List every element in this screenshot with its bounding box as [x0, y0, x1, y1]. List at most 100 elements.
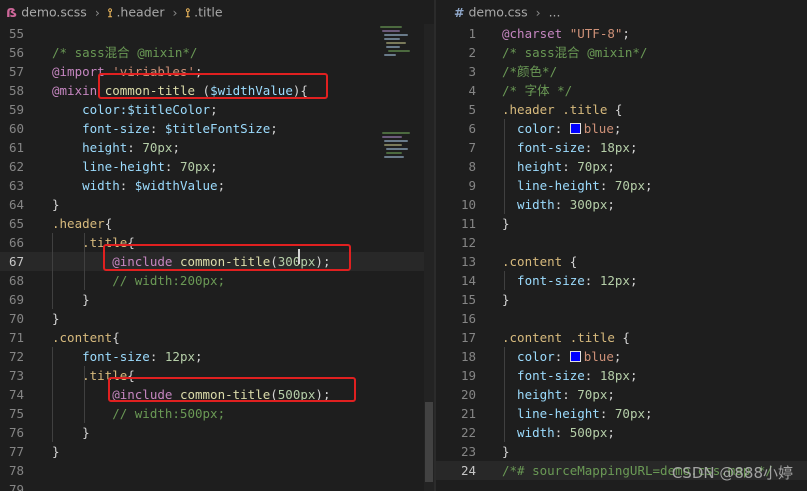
code-token: ;: [210, 102, 218, 117]
code-line[interactable]: 56 /* sass混合 @mixin*/: [0, 43, 434, 62]
code-line[interactable]: 9 line-height: 70px;: [436, 176, 807, 195]
color-swatch-icon[interactable]: [569, 123, 581, 134]
line-code[interactable]: @charset "UTF-8";: [502, 24, 630, 43]
code-line[interactable]: 20 height: 70px;: [436, 385, 807, 404]
code-line[interactable]: 59 color:$titleColor;: [0, 100, 434, 119]
css-editor[interactable]: # demo.css › ... 1 @charset "UTF-8"; 2 /* sa…: [436, 0, 807, 491]
line-code[interactable]: height: 70px;: [502, 157, 615, 176]
line-code[interactable]: height: 70px;: [52, 138, 180, 157]
line-code[interactable]: line-height: 70px;: [502, 404, 653, 423]
code-line[interactable]: 63 width: $widthValue;: [0, 176, 434, 195]
line-code[interactable]: /* sass混合 @mixin*/: [52, 43, 197, 62]
line-code[interactable]: font-size: 12px;: [52, 347, 202, 366]
highlight-box-include-500: [108, 377, 356, 402]
code-token: 70px: [577, 159, 608, 174]
line-code[interactable]: line-height: 70px;: [502, 176, 653, 195]
color-swatch-icon[interactable]: [569, 351, 581, 362]
line-code[interactable]: }: [502, 214, 510, 233]
line-code[interactable]: /* sass混合 @mixin*/: [502, 43, 647, 62]
minimap[interactable]: [376, 24, 420, 164]
code-lines[interactable]: 1 @charset "UTF-8"; 2 /* sass混合 @mixin*/ 3 /*…: [436, 24, 807, 480]
line-code[interactable]: .content {: [502, 252, 577, 271]
code-line[interactable]: 71 .content{: [0, 328, 434, 347]
line-code[interactable]: line-height: 70px;: [52, 157, 218, 176]
scss-editor[interactable]: ẞdemo.scss › ⟟ .header › ⟟ .title 55 56/* s…: [0, 0, 434, 491]
code-line[interactable]: 78: [0, 461, 434, 480]
line-code[interactable]: }: [52, 442, 60, 461]
breadcrumb-selector-title[interactable]: .title: [194, 5, 222, 20]
code-line[interactable]: 77}: [0, 442, 434, 461]
scrollbar-thumb[interactable]: [425, 402, 433, 482]
line-code[interactable]: .content .title {: [502, 328, 630, 347]
code-line[interactable]: 1 @charset "UTF-8";: [436, 24, 807, 43]
line-code[interactable]: /*颜色*/: [502, 62, 557, 81]
line-code[interactable]: color: blue;: [502, 347, 621, 366]
code-line[interactable]: 3 /*颜色*/: [436, 62, 807, 81]
code-line[interactable]: 75 // width:500px;: [0, 404, 434, 423]
line-code[interactable]: }: [502, 442, 510, 461]
code-line[interactable]: 7 font-size: 18px;: [436, 138, 807, 157]
code-line[interactable]: 61 height: 70px;: [0, 138, 434, 157]
line-code[interactable]: // width:500px;: [52, 404, 225, 423]
line-code[interactable]: .header{: [52, 214, 112, 233]
line-code[interactable]: }: [502, 290, 510, 309]
breadcrumb-file[interactable]: demo.scss: [21, 5, 87, 20]
code-line[interactable]: 10 width: 300px;: [436, 195, 807, 214]
code-line[interactable]: 11}: [436, 214, 807, 233]
code-line[interactable]: 69 }: [0, 290, 434, 309]
vertical-scrollbar[interactable]: [424, 24, 434, 491]
code-line[interactable]: 12: [436, 233, 807, 252]
code-line[interactable]: 16: [436, 309, 807, 328]
code-line[interactable]: 79: [0, 480, 434, 491]
code-line[interactable]: 55: [0, 24, 434, 43]
line-code[interactable]: color:$titleColor;: [52, 100, 218, 119]
breadcrumb-selector-header[interactable]: .header: [116, 5, 164, 20]
code-line[interactable]: 8 height: 70px;: [436, 157, 807, 176]
code-line[interactable]: 15}: [436, 290, 807, 309]
code-line[interactable]: 72 font-size: 12px;: [0, 347, 434, 366]
code-token: height: [52, 140, 128, 155]
line-code[interactable]: }: [52, 309, 60, 328]
line-code[interactable]: width: $widthValue;: [52, 176, 225, 195]
line-code[interactable]: height: 70px;: [502, 385, 615, 404]
code-line[interactable]: 64}: [0, 195, 434, 214]
line-code[interactable]: .header .title {: [502, 100, 622, 119]
line-code[interactable]: }: [52, 290, 90, 309]
code-line[interactable]: 4 /* 字体 */: [436, 81, 807, 100]
code-line[interactable]: 17 .content .title {: [436, 328, 807, 347]
breadcrumb-more[interactable]: ...: [549, 5, 561, 20]
code-line[interactable]: 60 font-size: $titleFontSize;: [0, 119, 434, 138]
code-line[interactable]: 5 .header .title {: [436, 100, 807, 119]
code-line[interactable]: 62 line-height: 70px;: [0, 157, 434, 176]
line-code[interactable]: // width:200px;: [52, 271, 225, 290]
code-line[interactable]: 6 color: blue;: [436, 119, 807, 138]
line-code[interactable]: font-size: $titleFontSize;: [52, 119, 278, 138]
code-line[interactable]: 76 }: [0, 423, 434, 442]
line-code[interactable]: width: 500px;: [502, 423, 615, 442]
indent-guide: [84, 233, 85, 290]
line-code[interactable]: color: blue;: [502, 119, 621, 138]
code-line[interactable]: 2 /* sass混合 @mixin*/: [436, 43, 807, 62]
code-line[interactable]: 68 // width:200px;: [0, 271, 434, 290]
line-code[interactable]: }: [52, 423, 90, 442]
line-number: 75: [8, 406, 24, 421]
code-line[interactable]: 70}: [0, 309, 434, 328]
line-number: 9: [468, 178, 476, 193]
code-line[interactable]: 22 width: 500px;: [436, 423, 807, 442]
code-line[interactable]: 14 font-size: 12px;: [436, 271, 807, 290]
line-code[interactable]: /* 字体 */: [502, 81, 572, 100]
line-code[interactable]: font-size: 12px;: [502, 271, 637, 290]
line-code[interactable]: width: 300px;: [502, 195, 615, 214]
code-line[interactable]: 65 .header{: [0, 214, 434, 233]
line-code[interactable]: }: [52, 195, 60, 214]
code-line[interactable]: 19 font-size: 18px;: [436, 366, 807, 385]
line-code[interactable]: font-size: 18px;: [502, 366, 637, 385]
code-line[interactable]: 23}: [436, 442, 807, 461]
line-code[interactable]: .content{: [52, 328, 120, 347]
code-line[interactable]: 13 .content {: [436, 252, 807, 271]
breadcrumb-file[interactable]: demo.css: [468, 5, 527, 20]
code-line[interactable]: 21 line-height: 70px;: [436, 404, 807, 423]
code-line[interactable]: 18 color: blue;: [436, 347, 807, 366]
code-token: ;: [210, 159, 218, 174]
line-code[interactable]: font-size: 18px;: [502, 138, 637, 157]
